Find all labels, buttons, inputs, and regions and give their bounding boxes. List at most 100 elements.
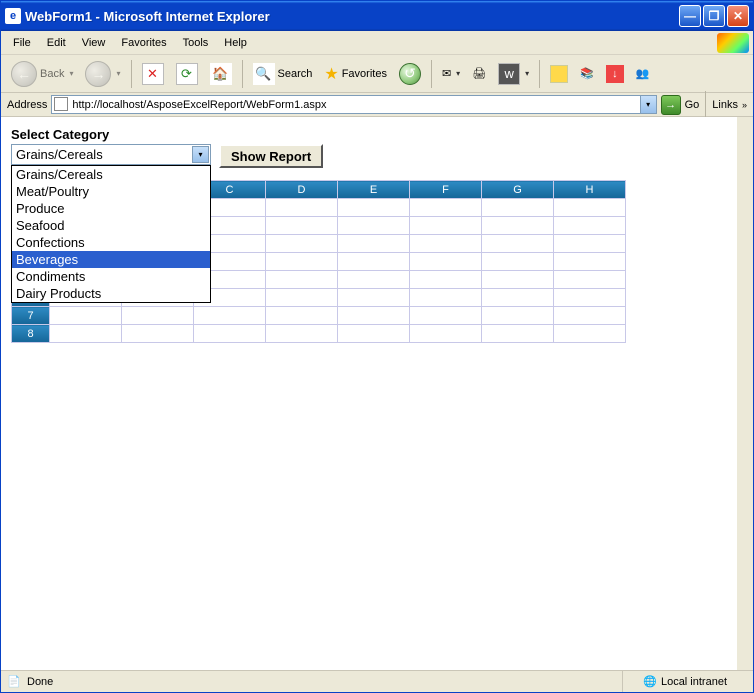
cell[interactable] bbox=[338, 217, 410, 235]
option-seafood[interactable]: Seafood bbox=[12, 217, 210, 234]
cell[interactable] bbox=[554, 235, 626, 253]
links-chevron-icon[interactable]: » bbox=[742, 100, 747, 110]
cell[interactable] bbox=[338, 289, 410, 307]
col-header-g[interactable]: G bbox=[482, 181, 554, 199]
cell[interactable] bbox=[410, 199, 482, 217]
cell[interactable] bbox=[194, 307, 266, 325]
menu-file[interactable]: File bbox=[5, 34, 39, 52]
print-button[interactable]: 🖨 bbox=[468, 65, 490, 82]
history-button[interactable]: ↺ bbox=[395, 61, 425, 87]
option-meat-poultry[interactable]: Meat/Poultry bbox=[12, 183, 210, 200]
messenger-button[interactable]: 👥 bbox=[632, 65, 654, 82]
cell[interactable] bbox=[410, 253, 482, 271]
download-button[interactable]: ↓ bbox=[602, 63, 628, 85]
menu-edit[interactable]: Edit bbox=[39, 34, 74, 52]
menu-view[interactable]: View bbox=[74, 34, 114, 52]
cell[interactable] bbox=[266, 217, 338, 235]
go-button[interactable]: → bbox=[661, 95, 681, 115]
cell[interactable] bbox=[482, 217, 554, 235]
back-button[interactable]: ← Back ▾ bbox=[7, 59, 77, 89]
menu-help[interactable]: Help bbox=[216, 34, 255, 52]
maximize-button[interactable]: ❐ bbox=[703, 5, 725, 27]
forward-button[interactable]: → ▾ bbox=[81, 59, 124, 89]
cell[interactable] bbox=[482, 307, 554, 325]
cell[interactable] bbox=[338, 325, 410, 343]
zone-text: Local intranet bbox=[661, 676, 727, 688]
cell[interactable] bbox=[338, 307, 410, 325]
option-grains-cereals[interactable]: Grains/Cereals bbox=[12, 166, 210, 183]
search-button[interactable]: 🔍 Search bbox=[249, 61, 317, 87]
cell[interactable] bbox=[554, 325, 626, 343]
show-report-button[interactable]: Show Report bbox=[219, 144, 323, 168]
cell[interactable] bbox=[338, 199, 410, 217]
cell[interactable] bbox=[482, 199, 554, 217]
vertical-scrollbar[interactable]: ▴ ▾ bbox=[737, 117, 753, 670]
cell[interactable] bbox=[482, 271, 554, 289]
menu-favorites[interactable]: Favorites bbox=[113, 34, 174, 52]
cell[interactable] bbox=[410, 271, 482, 289]
option-condiments[interactable]: Condiments bbox=[12, 268, 210, 285]
select-dropdown-button[interactable]: ▾ bbox=[192, 146, 209, 163]
option-dairy-products[interactable]: Dairy Products bbox=[12, 285, 210, 302]
cell[interactable] bbox=[410, 235, 482, 253]
col-header-d[interactable]: D bbox=[266, 181, 338, 199]
cell[interactable] bbox=[50, 307, 122, 325]
home-button[interactable]: 🏠 bbox=[206, 61, 236, 87]
menubar: File Edit View Favorites Tools Help bbox=[1, 31, 753, 55]
cell[interactable] bbox=[482, 289, 554, 307]
cell[interactable] bbox=[266, 325, 338, 343]
cell[interactable] bbox=[266, 235, 338, 253]
address-dropdown-button[interactable]: ▾ bbox=[641, 95, 657, 114]
cell[interactable] bbox=[338, 253, 410, 271]
notes-button[interactable] bbox=[546, 63, 572, 85]
category-select[interactable]: Grains/Cereals ▾ bbox=[11, 144, 211, 165]
titlebar[interactable]: e WebForm1 - Microsoft Internet Explorer… bbox=[1, 1, 753, 31]
cell[interactable] bbox=[482, 253, 554, 271]
cell[interactable] bbox=[554, 199, 626, 217]
cell[interactable] bbox=[122, 325, 194, 343]
cell[interactable] bbox=[266, 199, 338, 217]
cell[interactable] bbox=[266, 307, 338, 325]
row-header-8[interactable]: 8 bbox=[12, 325, 50, 343]
cell[interactable] bbox=[482, 325, 554, 343]
cell[interactable] bbox=[554, 307, 626, 325]
scroll-up-button[interactable]: ▴ bbox=[738, 117, 753, 133]
option-confections[interactable]: Confections bbox=[12, 234, 210, 251]
cell[interactable] bbox=[410, 307, 482, 325]
col-header-e[interactable]: E bbox=[338, 181, 410, 199]
links-label: Links bbox=[712, 99, 738, 111]
cell[interactable] bbox=[554, 217, 626, 235]
cell[interactable] bbox=[50, 325, 122, 343]
cell[interactable] bbox=[122, 307, 194, 325]
cell[interactable] bbox=[338, 271, 410, 289]
cell[interactable] bbox=[410, 289, 482, 307]
cell[interactable] bbox=[266, 289, 338, 307]
security-zone[interactable]: 🌐 Local intranet bbox=[622, 671, 747, 692]
option-beverages[interactable]: Beverages bbox=[12, 251, 210, 268]
col-header-f[interactable]: F bbox=[410, 181, 482, 199]
cell[interactable] bbox=[338, 235, 410, 253]
cell[interactable] bbox=[482, 235, 554, 253]
col-header-h[interactable]: H bbox=[554, 181, 626, 199]
stop-button[interactable]: ✕ bbox=[138, 61, 168, 87]
edit-button[interactable]: w▾ bbox=[494, 61, 533, 87]
cell[interactable] bbox=[554, 289, 626, 307]
cell[interactable] bbox=[266, 253, 338, 271]
research-button[interactable]: 📚 bbox=[576, 65, 598, 82]
minimize-button[interactable]: — bbox=[679, 5, 701, 27]
cell[interactable] bbox=[266, 271, 338, 289]
cell[interactable] bbox=[554, 271, 626, 289]
mail-button[interactable]: ✉▾ bbox=[438, 65, 464, 82]
cell[interactable] bbox=[554, 253, 626, 271]
cell[interactable] bbox=[410, 217, 482, 235]
cell[interactable] bbox=[410, 325, 482, 343]
menu-tools[interactable]: Tools bbox=[175, 34, 217, 52]
refresh-button[interactable]: ⟳ bbox=[172, 61, 202, 87]
row-header-7[interactable]: 7 bbox=[12, 307, 50, 325]
scroll-down-button[interactable]: ▾ bbox=[738, 654, 753, 670]
close-button[interactable]: ✕ bbox=[727, 5, 749, 27]
cell[interactable] bbox=[194, 325, 266, 343]
favorites-button[interactable]: ★ Favorites bbox=[320, 62, 391, 86]
address-input[interactable] bbox=[51, 95, 640, 114]
option-produce[interactable]: Produce bbox=[12, 200, 210, 217]
